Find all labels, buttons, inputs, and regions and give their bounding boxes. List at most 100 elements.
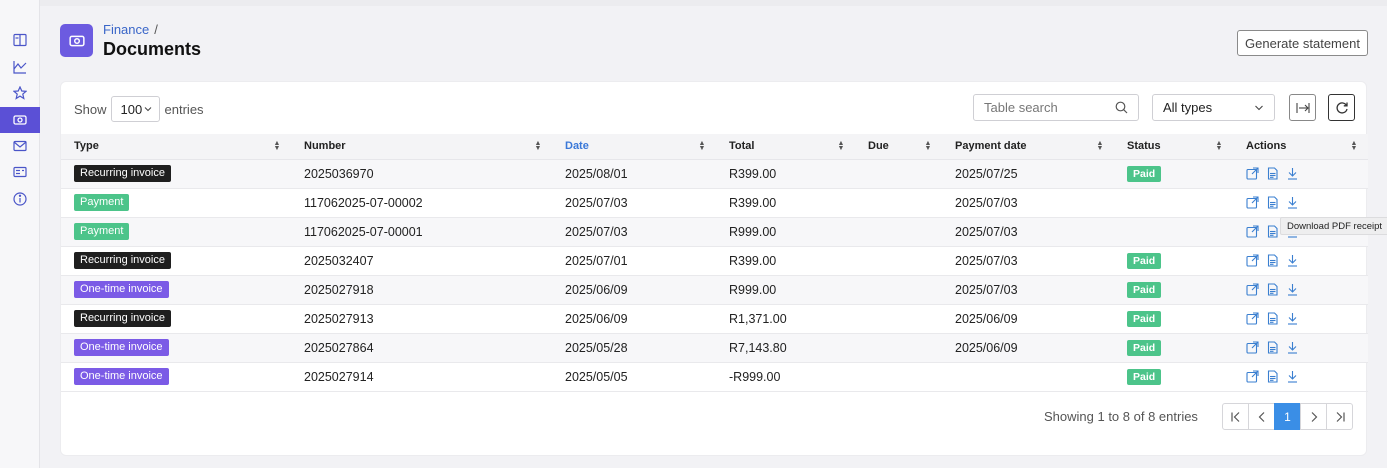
- export-button[interactable]: [1289, 94, 1316, 121]
- sidebar-item-chart[interactable]: [0, 54, 40, 80]
- sort-icon: ▲ ▼: [1096, 140, 1104, 152]
- type-badge: Recurring invoice: [74, 252, 171, 269]
- first-page-button[interactable]: [1222, 403, 1249, 430]
- pdf-icon[interactable]: [1266, 283, 1279, 296]
- sidebar-item-billing[interactable]: [0, 107, 40, 133]
- sidebar-item-star[interactable]: [0, 80, 40, 106]
- page-size-select[interactable]: 100: [110, 96, 160, 122]
- status-badge: Paid: [1127, 281, 1162, 298]
- last-page-button[interactable]: [1326, 403, 1353, 430]
- page-size-control: Show 100 entries: [74, 96, 204, 122]
- download-icon[interactable]: [1286, 167, 1299, 180]
- cell-payment-date: 2025/07/25: [942, 159, 1114, 189]
- sidebar-item-card[interactable]: [0, 159, 40, 185]
- status-badge: Paid: [1127, 310, 1162, 327]
- column-header-status[interactable]: Status ▲ ▼: [1114, 134, 1233, 160]
- cell-total: -R999.00: [716, 362, 855, 392]
- open-external-icon[interactable]: [1246, 167, 1259, 180]
- column-header-payment-date[interactable]: Payment date ▲ ▼: [942, 134, 1114, 160]
- cell-due: [855, 159, 942, 189]
- sidebar-item-mail[interactable]: [0, 133, 40, 159]
- entries-summary: Showing 1 to 8 of 8 entries: [1044, 409, 1198, 424]
- cell-date: 2025/07/01: [552, 246, 716, 276]
- cell-payment-date: 2025/07/03: [942, 188, 1114, 218]
- status-badge: Paid: [1127, 339, 1162, 356]
- open-external-icon[interactable]: [1246, 312, 1259, 325]
- refresh-button[interactable]: [1328, 94, 1355, 121]
- column-header-number[interactable]: Number ▲ ▼: [291, 134, 552, 160]
- pdf-icon[interactable]: [1266, 167, 1279, 180]
- sidebar-item-book[interactable]: [0, 27, 40, 53]
- page-1-button[interactable]: 1: [1274, 403, 1301, 430]
- refresh-icon: [1335, 101, 1348, 114]
- entries-label: entries: [164, 101, 204, 117]
- documents-table: Type ▲ ▼ Number ▲ ▼ Date ▲ ▼ Total ▲ ▼ Due ▲ ▼ Pay…: [61, 134, 1368, 392]
- table-header-row: Type ▲ ▼ Number ▲ ▼ Date ▲ ▼ Total ▲ ▼ Due ▲ ▼ Pay…: [61, 134, 1368, 160]
- breadcrumb-separator: /: [154, 22, 158, 37]
- open-external-icon[interactable]: [1246, 341, 1259, 354]
- mail-icon: [13, 140, 27, 152]
- search-icon: [1115, 101, 1128, 114]
- pdf-icon[interactable]: [1266, 312, 1279, 325]
- page-title: Documents: [103, 39, 202, 59]
- pdf-icon[interactable]: [1266, 225, 1279, 238]
- previous-page-button[interactable]: [1248, 403, 1275, 430]
- download-icon[interactable]: [1286, 254, 1299, 267]
- cell-number: 2025027914: [291, 362, 552, 392]
- table-row: Recurring invoice 2025027913 2025/06/09 R1,…: [61, 304, 1368, 334]
- open-external-icon[interactable]: [1246, 225, 1259, 238]
- cell-total: R1,371.00: [716, 304, 855, 334]
- pdf-icon[interactable]: [1266, 370, 1279, 383]
- documents-card: Show 100 entries Table search All types …: [60, 81, 1368, 456]
- pdf-icon[interactable]: [1266, 254, 1279, 267]
- table-row: One-time invoice 2025027918 2025/06/09 R999…: [61, 275, 1368, 305]
- open-external-icon[interactable]: [1246, 283, 1259, 296]
- card-icon: [13, 166, 27, 178]
- column-header-due[interactable]: Due ▲ ▼: [855, 134, 942, 160]
- download-icon[interactable]: [1286, 312, 1299, 325]
- pdf-icon[interactable]: [1266, 196, 1279, 209]
- open-external-icon[interactable]: [1246, 254, 1259, 267]
- cell-due: [855, 333, 942, 363]
- cell-due: [855, 246, 942, 276]
- download-icon[interactable]: [1286, 283, 1299, 296]
- generate-statement-button[interactable]: Generate statement: [1237, 30, 1368, 56]
- sort-icon: ▲ ▼: [534, 140, 542, 152]
- table-search-input[interactable]: Table search: [973, 94, 1139, 121]
- cell-type: One-time invoice: [61, 275, 291, 305]
- type-filter-select[interactable]: All types: [1152, 94, 1275, 121]
- column-header-type[interactable]: Type ▲ ▼: [61, 134, 291, 160]
- cell-status: Paid: [1114, 333, 1233, 363]
- download-icon[interactable]: [1286, 341, 1299, 354]
- column-header-actions[interactable]: Actions ▲ ▼: [1233, 134, 1368, 160]
- cell-date: 2025/07/03: [552, 217, 716, 247]
- cell-due: [855, 188, 942, 218]
- row-actions: [1246, 312, 1368, 325]
- next-page-button[interactable]: [1300, 403, 1327, 430]
- row-actions: [1246, 341, 1368, 354]
- type-filter-value: All types: [1163, 100, 1213, 115]
- chevron-down-icon: [144, 107, 151, 112]
- column-header-date[interactable]: Date ▲ ▼: [552, 134, 716, 160]
- sort-icon: ▲ ▼: [924, 140, 932, 152]
- column-header-total[interactable]: Total ▲ ▼: [716, 134, 855, 160]
- cell-total: R399.00: [716, 188, 855, 218]
- table-row: Recurring invoice 2025036970 2025/08/01 R39…: [61, 159, 1368, 189]
- cell-date: 2025/05/28: [552, 333, 716, 363]
- billing-page-icon: [60, 24, 93, 57]
- download-icon[interactable]: [1286, 370, 1299, 383]
- sort-icon: ▲ ▼: [1350, 140, 1358, 152]
- open-external-icon[interactable]: [1246, 196, 1259, 209]
- download-icon[interactable]: [1286, 196, 1299, 209]
- breadcrumb-finance-link[interactable]: Finance: [103, 22, 149, 37]
- cell-type: Recurring invoice: [61, 159, 291, 189]
- show-label: Show: [74, 101, 107, 117]
- type-badge: One-time invoice: [74, 368, 169, 385]
- sidebar-item-info[interactable]: [0, 186, 40, 212]
- table-row: One-time invoice 2025027914 2025/05/05 -R99…: [61, 362, 1368, 392]
- pdf-icon[interactable]: [1266, 341, 1279, 354]
- cell-status: [1114, 188, 1233, 218]
- open-external-icon[interactable]: [1246, 370, 1259, 383]
- chevron-down-icon: [1255, 105, 1263, 110]
- cell-payment-date: [942, 362, 1114, 392]
